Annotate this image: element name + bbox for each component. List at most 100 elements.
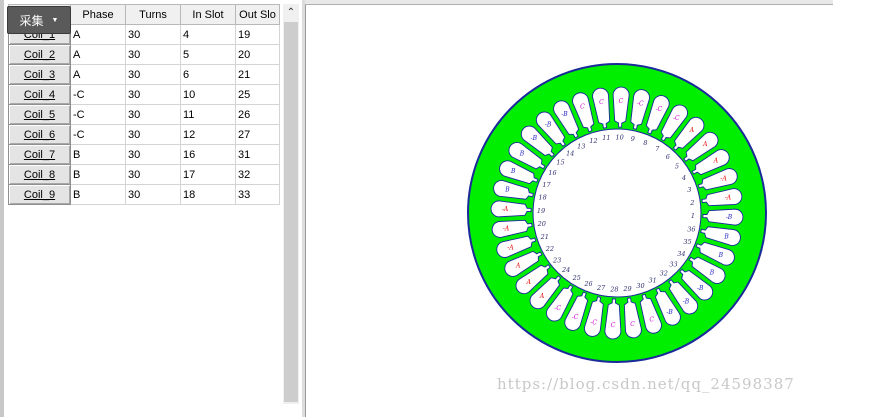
slot-phase-label: -B xyxy=(726,214,733,221)
table-row[interactable]: Coil_8 B 30 17 32 xyxy=(8,164,280,185)
cell-phase[interactable]: A xyxy=(70,64,126,85)
cell-in-slot[interactable]: 16 xyxy=(180,144,236,165)
table-row[interactable]: Coil_2 A 30 5 20 xyxy=(8,44,280,65)
slot-phase-label: -B xyxy=(561,111,568,118)
cell-phase[interactable]: -C xyxy=(70,124,126,145)
slot-number-label: 30 xyxy=(636,282,644,290)
cell-in-slot[interactable]: 6 xyxy=(180,64,236,85)
slot-number-label: 15 xyxy=(556,159,564,167)
caiji-dropdown-button[interactable]: 采集 ▼ xyxy=(7,6,71,34)
cell-in-slot[interactable]: 12 xyxy=(180,124,236,145)
cell-out-slot[interactable]: 27 xyxy=(235,124,280,145)
cell-out-slot[interactable]: 20 xyxy=(235,44,280,65)
cell-in-slot[interactable]: 17 xyxy=(180,164,236,185)
slot-phase-label: C xyxy=(649,317,654,324)
cell-turns[interactable]: 30 xyxy=(125,84,181,105)
slot-number-label: 1 xyxy=(691,212,695,220)
pane-splitter[interactable] xyxy=(302,0,306,417)
table-row[interactable]: Coil_7 B 30 16 31 xyxy=(8,144,280,165)
row-header-3[interactable]: Coil_3 xyxy=(8,64,71,85)
slot-phase-label: A xyxy=(689,127,695,134)
cell-out-slot[interactable]: 25 xyxy=(235,84,280,105)
slot-number-label: 28 xyxy=(609,285,618,293)
cell-phase[interactable]: B xyxy=(70,184,126,205)
slot-number-label: 27 xyxy=(596,284,606,292)
cell-phase[interactable]: B xyxy=(70,144,126,165)
cell-turns[interactable]: 30 xyxy=(125,164,181,185)
slot-number-label: 12 xyxy=(589,137,597,145)
slot-phase-label: -A xyxy=(720,175,727,182)
scrollbar-thumb[interactable] xyxy=(284,22,298,402)
cell-out-slot[interactable]: 21 xyxy=(235,64,280,85)
row-header-8[interactable]: Coil_8 xyxy=(8,164,71,185)
slot-number-label: 33 xyxy=(669,260,677,268)
slot-number-label: 16 xyxy=(548,169,556,177)
slot-phase-label: -B xyxy=(683,298,690,305)
slot-phase-label: C xyxy=(630,321,635,328)
slot-number-label: 19 xyxy=(537,207,545,215)
slot-number-label: 5 xyxy=(675,163,679,171)
slot-number-label: 8 xyxy=(643,139,647,147)
cell-in-slot[interactable]: 11 xyxy=(180,104,236,125)
slot-phase-label: C xyxy=(619,98,624,105)
column-header-in-slot[interactable]: In Slot xyxy=(180,4,236,25)
table-row[interactable]: Coil_6 -C 30 12 27 xyxy=(8,124,280,145)
row-header-5[interactable]: Coil_5 xyxy=(8,104,71,125)
slot-number-label: 4 xyxy=(681,174,686,182)
slot-phase-label: -B xyxy=(531,135,538,142)
column-header-out-slot[interactable]: Out Slo xyxy=(235,4,280,25)
cell-in-slot[interactable]: 5 xyxy=(180,44,236,65)
row-header-4[interactable]: Coil_4 xyxy=(8,84,71,105)
watermark-text: https://blog.csdn.net/qq_24598387 xyxy=(497,375,795,393)
slot-phase-label: -C xyxy=(673,115,680,122)
cell-out-slot[interactable]: 32 xyxy=(235,164,280,185)
table-row[interactable]: Coil_5 -C 30 11 26 xyxy=(8,104,280,125)
table-row[interactable]: Coil_9 B 30 18 33 xyxy=(8,184,280,205)
cell-turns[interactable]: 30 xyxy=(125,124,181,145)
slot-phase-label: -A xyxy=(502,206,509,213)
cell-turns[interactable]: 30 xyxy=(125,104,181,125)
cell-phase[interactable]: A xyxy=(70,24,126,45)
table-row[interactable]: Coil_3 A 30 6 21 xyxy=(8,64,280,85)
cell-turns[interactable]: 30 xyxy=(125,44,181,65)
cell-in-slot[interactable]: 10 xyxy=(180,84,236,105)
stator-group: -B1-A2-A3A4A5A6-C7-C8-C9C10C11C12-B13-B1… xyxy=(467,63,767,363)
column-header-phase[interactable]: Phase xyxy=(70,4,126,25)
slot-phase-label: B xyxy=(723,233,729,240)
slot-phase-label: -A xyxy=(503,226,510,233)
row-header-6[interactable]: Coil_6 xyxy=(8,124,71,145)
row-header-2[interactable]: Coil_2 xyxy=(8,44,71,65)
slot-phase-label: C xyxy=(599,99,604,106)
slot-phase-label: -C xyxy=(554,305,561,312)
cell-phase[interactable]: A xyxy=(70,44,126,65)
slot-number-label: 35 xyxy=(683,238,691,246)
slot-phase-label: B xyxy=(519,151,525,158)
slot-number-label: 11 xyxy=(602,134,610,142)
slot-number-label: 25 xyxy=(572,274,581,282)
row-header-7[interactable]: Coil_7 xyxy=(8,144,71,165)
cell-turns[interactable]: 30 xyxy=(125,64,181,85)
cell-phase[interactable]: -C xyxy=(70,104,126,125)
cell-out-slot[interactable]: 26 xyxy=(235,104,280,125)
table-row[interactable]: Coil_4 -C 30 10 25 xyxy=(8,84,280,105)
slot-phase-label: A xyxy=(539,293,545,300)
cell-phase[interactable]: -C xyxy=(70,84,126,105)
cell-out-slot[interactable]: 31 xyxy=(235,144,280,165)
cell-turns[interactable]: 30 xyxy=(125,24,181,45)
slot-phase-label: -A xyxy=(725,194,732,201)
cell-in-slot[interactable]: 18 xyxy=(180,184,236,205)
slot-phase-label: B xyxy=(504,187,510,194)
cell-phase[interactable]: B xyxy=(70,164,126,185)
cell-out-slot[interactable]: 33 xyxy=(235,184,280,205)
cell-turns[interactable]: 30 xyxy=(125,184,181,205)
scroll-up-arrow-icon[interactable]: ⌃ xyxy=(283,4,299,21)
cell-in-slot[interactable]: 4 xyxy=(180,24,236,45)
vertical-scrollbar[interactable]: ⌃ xyxy=(283,4,299,404)
column-header-turns[interactable]: Turns xyxy=(125,4,181,25)
cell-out-slot[interactable]: 19 xyxy=(235,24,280,45)
slot-phase-label: B xyxy=(709,269,715,276)
cell-turns[interactable]: 30 xyxy=(125,144,181,165)
slot-phase-label: -C xyxy=(572,314,579,321)
slot-phase-label: A xyxy=(713,157,719,164)
row-header-9[interactable]: Coil_9 xyxy=(8,184,71,205)
